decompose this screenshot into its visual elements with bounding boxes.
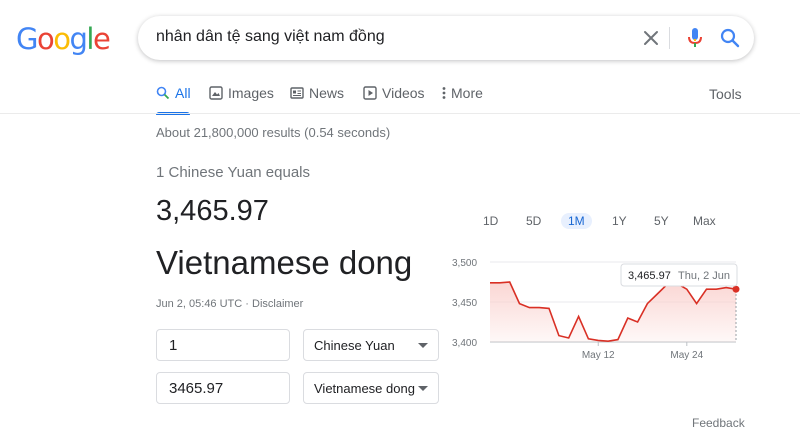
tab-news[interactable]: News — [290, 85, 344, 101]
disclaimer-link[interactable]: Disclaimer — [252, 298, 303, 310]
timestamp: Jun 2, 05:46 UTC — [156, 298, 243, 310]
result-stats: About 21,800,000 results (0.54 seconds) — [156, 125, 391, 140]
x-tick-label: May 12 — [582, 350, 615, 361]
microphone-icon[interactable] — [683, 26, 707, 50]
from-currency-label: Chinese Yuan — [314, 337, 395, 353]
range-1m[interactable]: 1M — [561, 213, 592, 229]
to-amount-input[interactable]: 3465.97 — [156, 372, 290, 404]
conversion-equals-text: 1 Chinese Yuan equals — [156, 164, 311, 181]
from-amount-input[interactable]: 1 — [156, 329, 290, 361]
series-area — [490, 282, 736, 342]
tab-videos[interactable]: Videos — [363, 85, 425, 101]
exchange-rate-chart[interactable]: 3,500 3,450 3,400 May 12 May 24 3,465.97 Thu, … — [446, 250, 746, 370]
tab-label: All — [175, 85, 191, 101]
tab-all[interactable]: All — [156, 85, 191, 101]
range-1y[interactable]: 1Y — [612, 214, 627, 228]
feedback-link[interactable]: Feedback — [692, 416, 745, 430]
y-tick-label: 3,400 — [452, 338, 477, 349]
range-max[interactable]: Max — [693, 214, 716, 228]
search-input[interactable]: nhân dân tệ sang việt nam đồng — [156, 28, 385, 46]
tooltip-date: Thu, 2 Jun — [678, 270, 730, 282]
to-currency-label: Vietnamese dong — [314, 380, 415, 396]
dropdown-caret-icon — [418, 342, 428, 348]
header-divider — [0, 113, 800, 114]
search-icon[interactable] — [718, 26, 742, 50]
tab-label: Images — [228, 85, 274, 101]
image-icon — [209, 86, 223, 100]
dropdown-caret-icon — [418, 385, 428, 391]
conversion-value: 3,465.97 — [156, 195, 269, 227]
more-dots-icon — [442, 87, 446, 99]
to-currency-select[interactable]: Vietnamese dong — [303, 372, 439, 404]
tooltip-value: 3,465.97 — [628, 270, 671, 282]
range-1d[interactable]: 1D — [483, 214, 498, 228]
clear-icon[interactable] — [639, 26, 663, 50]
tools-button[interactable]: Tools — [709, 86, 742, 102]
y-tick-label: 3,500 — [452, 258, 477, 269]
conversion-target-currency: Vietnamese dong — [156, 244, 413, 281]
search-icon — [156, 86, 170, 100]
tab-more[interactable]: More — [442, 85, 483, 101]
search-divider — [669, 27, 670, 49]
from-currency-select[interactable]: Chinese Yuan — [303, 329, 439, 361]
y-tick-label: 3,450 — [452, 298, 477, 309]
range-5d[interactable]: 5D — [526, 214, 541, 228]
search-box[interactable]: nhân dân tệ sang việt nam đồng — [138, 16, 754, 60]
video-icon — [363, 86, 377, 100]
tab-label: More — [451, 85, 483, 101]
tab-label: News — [309, 85, 345, 101]
tab-images[interactable]: Images — [209, 85, 274, 101]
meta-separator: · — [242, 298, 252, 310]
conversion-meta: Jun 2, 05:46 UTC · Disclaimer — [156, 298, 303, 310]
x-tick-label: May 24 — [670, 350, 703, 361]
range-5y[interactable]: 5Y — [654, 214, 669, 228]
tab-label: Videos — [382, 85, 425, 101]
google-logo[interactable]: Google — [16, 22, 111, 56]
news-icon — [290, 87, 304, 99]
data-point-marker — [732, 285, 740, 293]
